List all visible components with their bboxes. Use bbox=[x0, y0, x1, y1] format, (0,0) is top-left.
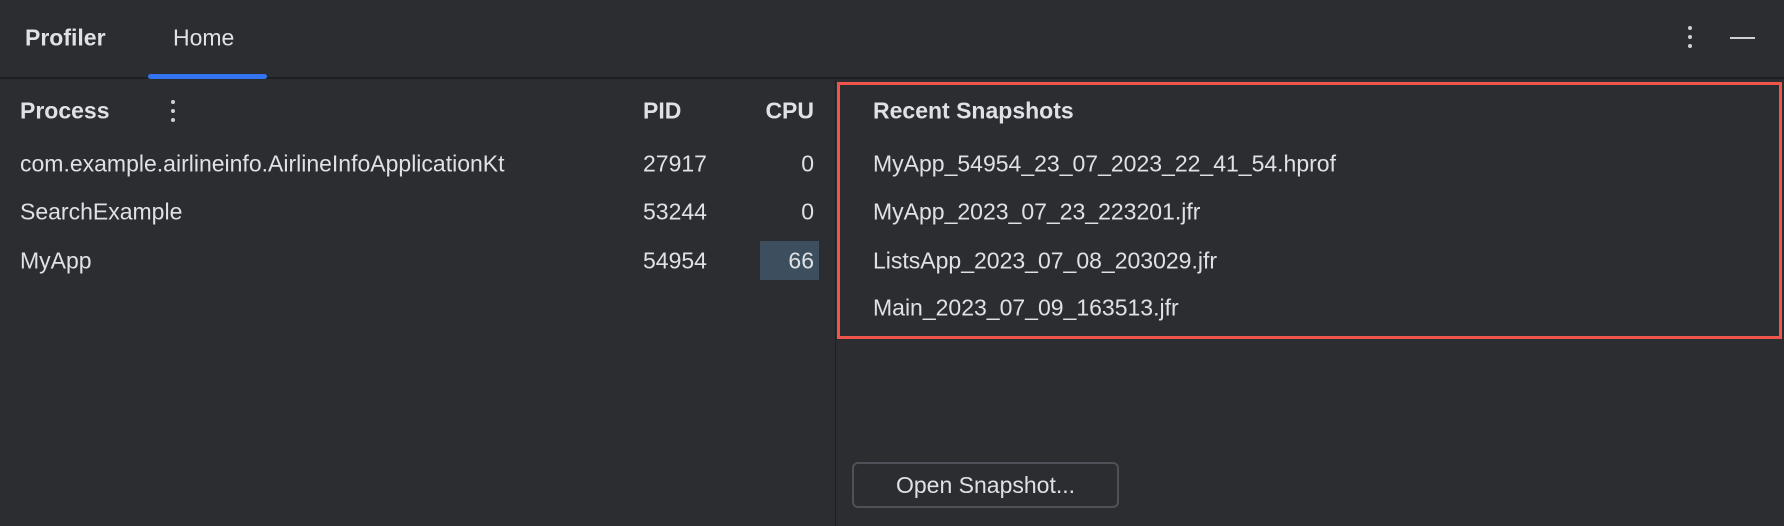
panel-divider[interactable] bbox=[835, 79, 836, 526]
process-cpu: 0 bbox=[801, 198, 814, 225]
open-snapshot-button[interactable]: Open Snapshot... bbox=[852, 462, 1119, 508]
minimize-icon[interactable] bbox=[1730, 37, 1755, 39]
snapshot-item[interactable]: MyApp_2023_07_23_223201.jfr bbox=[873, 199, 1200, 226]
recent-snapshots-title: Recent Snapshots bbox=[873, 97, 1074, 124]
snapshot-item[interactable]: Main_2023_07_09_163513.jfr bbox=[873, 295, 1179, 322]
process-name: MyApp bbox=[20, 247, 92, 274]
process-pid: 54954 bbox=[643, 247, 707, 274]
process-cpu: 0 bbox=[801, 150, 814, 177]
snapshot-item[interactable]: MyApp_54954_23_07_2023_22_41_54.hprof bbox=[873, 151, 1336, 178]
active-tab-indicator bbox=[148, 74, 267, 79]
process-pid: 53244 bbox=[643, 198, 707, 225]
process-name: com.example.airlineinfo.AirlineInfoAppli… bbox=[20, 150, 505, 177]
process-name: SearchExample bbox=[20, 198, 183, 225]
column-header-cpu[interactable]: CPU bbox=[765, 98, 814, 125]
tab-home[interactable]: Home bbox=[173, 25, 234, 52]
tab-bar: Profiler Home bbox=[0, 0, 1784, 79]
more-options-icon[interactable] bbox=[1688, 26, 1692, 53]
process-pid: 27917 bbox=[643, 150, 707, 177]
snapshot-item[interactable]: ListsApp_2023_07_08_203029.jfr bbox=[873, 248, 1217, 275]
process-cpu: 66 bbox=[788, 247, 814, 274]
column-options-icon[interactable] bbox=[171, 100, 175, 127]
tool-window-title: Profiler bbox=[25, 24, 106, 51]
column-header-process[interactable]: Process bbox=[20, 98, 110, 125]
column-header-pid[interactable]: PID bbox=[643, 98, 681, 125]
